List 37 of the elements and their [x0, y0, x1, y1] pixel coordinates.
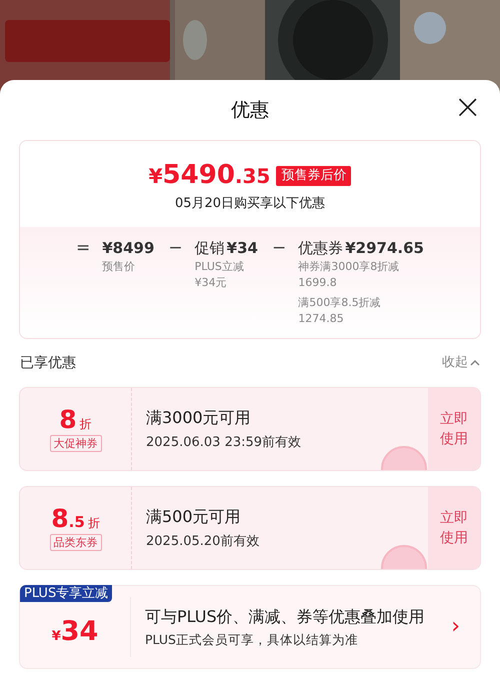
- sheet-title: 优惠: [231, 98, 269, 123]
- coupon-validity: 2025.06.03 23:59前有效: [146, 434, 302, 452]
- breakdown-note: 预售价: [102, 259, 136, 275]
- breakdown-note: ¥34元: [194, 275, 228, 291]
- coupon-value: 8 折: [59, 406, 92, 432]
- breakdown-note: 神券满3000享8折减: [298, 259, 400, 275]
- operator-sign: =: [76, 237, 90, 260]
- coupon-tag: 大促神券: [50, 434, 102, 452]
- breakdown-note: 1699.8: [298, 275, 338, 291]
- coupon-validity: 2025.05.20前有效: [146, 532, 260, 551]
- coupon-card[interactable]: 8.5 折 品类东券 满500元可用 2025.05.20前有效 立即使用: [19, 486, 481, 570]
- breakdown-note: PLUS立减: [194, 259, 245, 275]
- coupon-tag: 品类东券: [50, 534, 102, 550]
- breakdown-amount: 优惠券¥2974.65: [298, 238, 424, 259]
- plus-coupon-card[interactable]: PLUS专享立减 ¥34 可与PLUS价、满减、券等优惠叠加使用 PLUS正式会员可享，具体以结算为准 ›: [19, 585, 481, 669]
- price-label-badge: 预售券后价: [276, 166, 352, 186]
- purchase-date-note: 05月20日购买享以下优惠: [174, 195, 326, 213]
- coupon-value: ¥34: [52, 618, 98, 646]
- final-price: ¥5490.35: [148, 161, 270, 191]
- breakdown-note: 满500享8.5折减: [298, 295, 382, 311]
- operator-sign: −: [168, 237, 183, 260]
- coupon-condition: 满3000元可用: [146, 406, 252, 429]
- coupon-condition: 满500元可用: [146, 506, 242, 528]
- operator-sign: −: [272, 237, 286, 260]
- coupon-card[interactable]: 8 折 大促神券 满3000元可用 2025.06.03 23:59前有效 立即使用: [19, 387, 481, 471]
- plus-badge: PLUS专享立减: [20, 585, 112, 602]
- collapse-toggle[interactable]: 收起: [442, 353, 480, 373]
- section-title: 已享优惠: [20, 354, 76, 372]
- breakdown-amount: 促销¥34: [194, 238, 258, 259]
- breakdown-amount: ¥8499: [102, 238, 154, 259]
- coupon-condition: 可与PLUS价、满减、券等优惠叠加使用: [145, 606, 426, 628]
- close-button[interactable]: ×: [454, 90, 482, 124]
- breakdown-note: 1274.85: [298, 311, 345, 327]
- chevron-right-icon: ›: [451, 616, 460, 638]
- coupon-value: 8.5 折: [51, 506, 100, 532]
- chevron-icon: [470, 359, 480, 367]
- coupon-note: PLUS正式会员可享，具体以结算为准: [145, 630, 359, 649]
